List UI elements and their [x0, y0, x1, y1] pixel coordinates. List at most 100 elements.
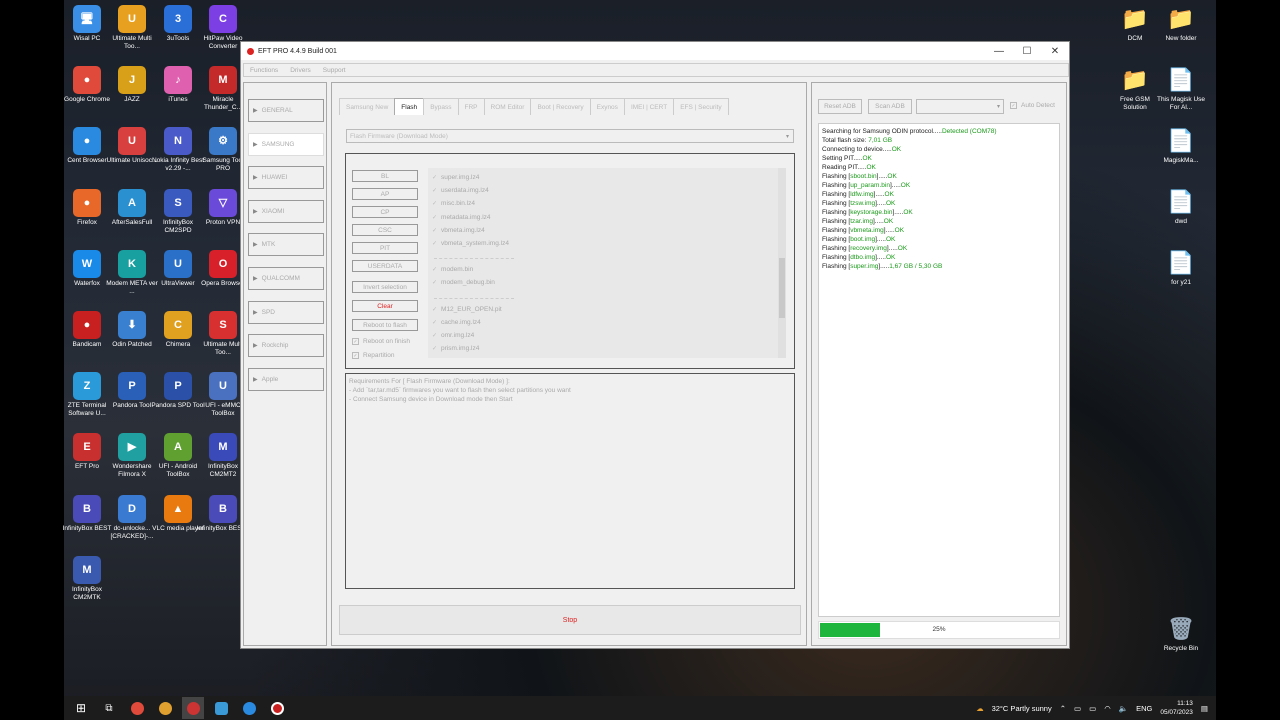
- vendor-label: XIAOMI: [261, 207, 285, 215]
- reboot-to-flash-button[interactable]: Reboot to flash: [352, 319, 418, 331]
- partition-file-item[interactable]: ✓ modem.bin: [432, 266, 473, 273]
- log-text: Setting PIT.....: [822, 155, 863, 162]
- partition-file-item[interactable]: ✓ modem_debug.bin: [432, 279, 495, 286]
- log-highlight: tzsw.img: [850, 200, 876, 207]
- bl-button[interactable]: BL: [352, 170, 418, 182]
- desktop-icon-dwd[interactable]: 📄 dwd: [1154, 188, 1208, 226]
- vendor-samsung[interactable]: ▶ SAMSUNG: [248, 132, 324, 156]
- partition-file-item[interactable]: ✓ super.img.lz4: [432, 174, 479, 181]
- taskbar-eft-icon[interactable]: [182, 697, 204, 719]
- vendor-rockchip[interactable]: ▶ Rockchip: [248, 334, 324, 358]
- scan-adb-button[interactable]: Scan ADB: [868, 99, 912, 114]
- partition-file-item[interactable]: ✓ vbmeta.img.lz4: [432, 227, 485, 234]
- chevron-up-icon[interactable]: ⌃: [1060, 704, 1066, 713]
- csc-button[interactable]: CSC: [352, 224, 418, 236]
- partition-file-item[interactable]: ✓ prism.img.lz4: [432, 345, 479, 352]
- repartition-checkbox[interactable]: ✓ Repartition: [352, 352, 394, 359]
- port-select[interactable]: ▾: [916, 99, 1004, 114]
- clear-button[interactable]: Clear: [352, 300, 418, 312]
- userdata-button[interactable]: USERDATA: [352, 260, 418, 272]
- tab-imei-cert[interactable]: IMEI | CERT: [623, 98, 675, 115]
- chevron-right-icon: ▶: [253, 108, 258, 114]
- partition-file-item[interactable]: ✓ M12_EUR_OPEN.pit: [432, 306, 502, 313]
- tab-bypass[interactable]: Bypass: [423, 98, 459, 115]
- tab-rom-editor[interactable]: ROM Editor: [483, 98, 532, 115]
- partition-file-item[interactable]: ✓ vbmeta_system.img.lz4: [432, 240, 509, 247]
- desktop-icon-infinitybox-cm2mtk[interactable]: M InfinityBox CM2MTK: [60, 555, 114, 602]
- flash-mode-select[interactable]: Flash Firmware (Download Mode) ▾: [346, 129, 794, 143]
- language-indicator[interactable]: ENG: [1136, 704, 1152, 713]
- notification-icon[interactable]: ▤: [1201, 704, 1208, 713]
- tab-boot-recovery[interactable]: Boot | Recovery: [530, 98, 591, 115]
- reset-adb-button[interactable]: Reset ADB: [818, 99, 862, 114]
- wondershare-filmora-x-icon: ▶: [118, 433, 146, 462]
- vendor-label: SAMSUNG: [261, 140, 295, 148]
- partition-file-name: vbmeta.img.lz4: [441, 226, 485, 234]
- menu-functions[interactable]: Functions: [250, 67, 278, 74]
- desktop-icon-new-folder[interactable]: 📁 New folder: [1154, 5, 1208, 43]
- vendor-spd[interactable]: ▶ SPD: [248, 300, 324, 324]
- checkmark-icon: ✓: [432, 241, 438, 247]
- network-icon[interactable]: ▭: [1074, 704, 1081, 713]
- desktop-icon-recycle-bin[interactable]: 🗑 Recycle Bin: [1154, 615, 1208, 653]
- taskbar-chrome-icon[interactable]: [126, 697, 148, 719]
- clock-date: 05/07/2023: [1160, 709, 1193, 716]
- task-view-icon[interactable]: ⧉: [98, 697, 120, 719]
- invert-selection-button[interactable]: Invert selection: [352, 281, 418, 293]
- checkbox-icon: ✓: [1010, 102, 1017, 109]
- reboot-on-finish-checkbox[interactable]: ✓ Reboot on finish: [352, 338, 410, 345]
- auto-detect-checkbox[interactable]: ✓ Auto Detect: [1010, 102, 1055, 109]
- weather-text[interactable]: 32°C Partly sunny: [992, 704, 1052, 713]
- stop-button[interactable]: Stop: [339, 605, 801, 635]
- desktop-icon-for-y21[interactable]: 📄 for y21: [1154, 249, 1208, 287]
- vendor-mtk[interactable]: ▶ MTK: [248, 233, 324, 257]
- partition-file-item[interactable]: ✓ cache.img.lz4: [432, 319, 481, 326]
- taskbar-cent-icon[interactable]: [238, 697, 260, 719]
- tab-samsung-new[interactable]: Samsung New: [339, 98, 396, 115]
- menu-drivers[interactable]: Drivers: [290, 67, 311, 74]
- taskbar-chrome2-icon[interactable]: [154, 697, 176, 719]
- partition-file-item[interactable]: ✓ omr.img.lz4: [432, 332, 474, 339]
- wifi-icon[interactable]: ◠: [1104, 704, 1111, 713]
- start-button[interactable]: ⊞: [70, 697, 92, 719]
- partition-file-item[interactable]: ✓ metadata.img.lz4: [432, 214, 491, 221]
- log-status: OK: [883, 218, 894, 225]
- file-list-scrollbar[interactable]: [778, 168, 786, 358]
- desktop-icon-this-magisk-use-for-al[interactable]: 📄 This Magisk Use For Al...: [1154, 66, 1208, 112]
- ap-button[interactable]: AP: [352, 188, 418, 200]
- tab-frp[interactable]: FRP: [457, 98, 485, 115]
- letterbox-left: [0, 0, 64, 720]
- log-status: OK: [887, 173, 897, 180]
- vendor-label: QUALCOMM: [261, 275, 300, 282]
- vendor-general[interactable]: ▶ GENERAL: [248, 99, 324, 122]
- tab-efs-security[interactable]: EFS | Security: [673, 98, 729, 115]
- maximize-icon[interactable]: ☐: [1013, 46, 1041, 57]
- taskbar-ufi-icon[interactable]: [210, 697, 232, 719]
- vendor-xiaomi[interactable]: ▶ XIAOMI: [248, 199, 324, 223]
- partition-file-name: misc.bin.lz4: [441, 200, 475, 208]
- vendor-huawei[interactable]: ▶ HUAWEI: [248, 166, 324, 190]
- magiskma-icon: 📄: [1167, 128, 1195, 153]
- log-highlight: OK: [891, 146, 902, 153]
- close-icon[interactable]: ✕: [1041, 46, 1069, 57]
- desktop-icon-magiskma[interactable]: 📄 MagiskMa...: [1154, 127, 1208, 165]
- partition-file-item[interactable]: ✓ misc.bin.lz4: [432, 200, 475, 207]
- pit-button[interactable]: PIT: [352, 242, 418, 254]
- tab-flash[interactable]: Flash: [394, 98, 425, 115]
- vendor-qualcomm[interactable]: ▶ QUALCOMM: [248, 267, 324, 290]
- cp-button[interactable]: CP: [352, 206, 418, 218]
- checkbox-icon: ✓: [352, 352, 359, 359]
- display-icon[interactable]: ▭: [1089, 704, 1096, 713]
- log-line: Flashing [dtbo.img].....OK: [822, 253, 1056, 262]
- vendor-apple[interactable]: ▶ Apple: [248, 367, 324, 391]
- clock[interactable]: 11:13 05/07/2023: [1160, 699, 1193, 717]
- minimize-icon[interactable]: —: [985, 46, 1013, 57]
- menu-support[interactable]: Support: [323, 67, 346, 74]
- scrollbar-thumb[interactable]: [779, 258, 785, 318]
- volume-icon[interactable]: 🔈: [1119, 704, 1128, 713]
- partition-file-item[interactable]: ✓ userdata.img.lz4: [432, 187, 489, 194]
- tab-exynos[interactable]: Exynos: [589, 98, 625, 115]
- log-highlight: dtbo.img: [850, 254, 876, 261]
- taskbar-bandicam-icon[interactable]: [266, 697, 288, 719]
- partition-file-list[interactable]: ✓ super.img.lz4 ✓ userdata.img.lz4 ✓ misc.bin…: [428, 168, 786, 358]
